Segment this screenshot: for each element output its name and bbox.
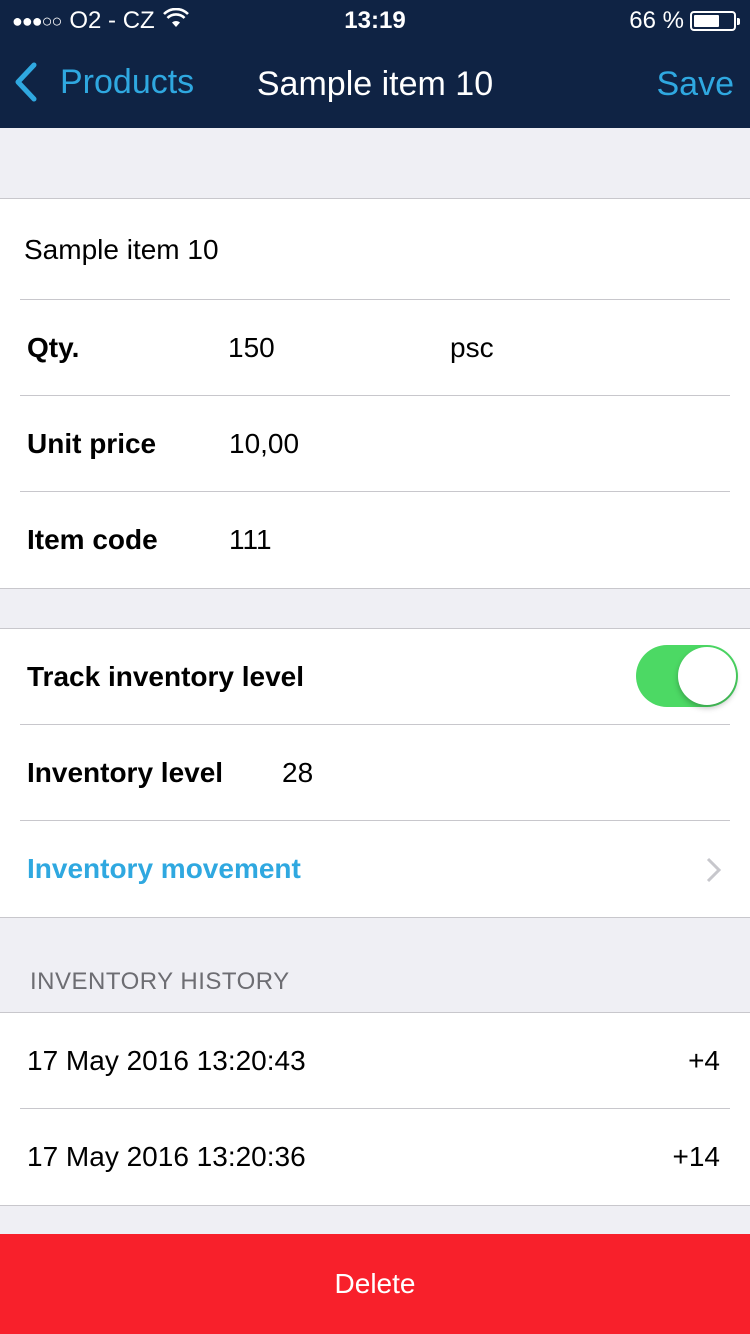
qty-value[interactable]: 150 bbox=[228, 332, 275, 364]
status-bar: ●●●○○ O2 - CZ 13:19 66 % bbox=[0, 0, 750, 40]
history-row: 17 May 2016 13:20:36 +14 bbox=[0, 1108, 750, 1205]
qty-label: Qty. bbox=[27, 332, 80, 363]
track-inventory-row: Track inventory level bbox=[0, 629, 750, 725]
inventory-level-row: Inventory level 28 bbox=[0, 724, 750, 821]
chevron-right-icon bbox=[706, 857, 722, 883]
history-amount: +14 bbox=[672, 1141, 721, 1172]
item-details-section: Sample item 10 Qty. 150 psc Unit price 1… bbox=[0, 198, 750, 589]
inventory-history-header: INVENTORY HISTORY bbox=[30, 968, 290, 995]
inventory-movement-link[interactable]: Inventory movement bbox=[27, 853, 301, 885]
inventory-history-section: 17 May 2016 13:20:43 +4 17 May 2016 13:2… bbox=[0, 1012, 750, 1206]
inventory-level-value: 28 bbox=[282, 757, 314, 788]
toggle-knob bbox=[678, 647, 736, 705]
item-name-value: Sample item 10 bbox=[24, 233, 219, 265]
history-date: 17 May 2016 13:20:43 bbox=[27, 1045, 306, 1076]
delete-button[interactable]: Delete bbox=[0, 1234, 750, 1334]
unit-price-label: Unit price bbox=[27, 428, 157, 459]
history-row: 17 May 2016 13:20:43 +4 bbox=[0, 1013, 750, 1109]
page-title: Sample item 10 bbox=[256, 65, 494, 103]
qty-unit[interactable]: psc bbox=[450, 332, 494, 364]
save-button[interactable]: Save bbox=[657, 65, 735, 104]
qty-row[interactable]: Qty. 150 psc bbox=[0, 299, 750, 396]
item-code-label: Item code bbox=[27, 524, 158, 555]
track-inventory-label: Track inventory level bbox=[27, 661, 305, 692]
unit-price-row[interactable]: Unit price 10,00 bbox=[0, 395, 750, 492]
track-inventory-toggle[interactable] bbox=[636, 645, 738, 707]
item-code-value[interactable]: 111 bbox=[229, 524, 272, 556]
item-name-field[interactable]: Sample item 10 bbox=[0, 199, 750, 300]
history-date: 17 May 2016 13:20:36 bbox=[27, 1141, 306, 1172]
battery-icon bbox=[690, 11, 740, 31]
inventory-level-label: Inventory level bbox=[27, 757, 224, 788]
item-code-row[interactable]: Item code 111 bbox=[0, 491, 750, 588]
inventory-section: Track inventory level Inventory level 28… bbox=[0, 628, 750, 918]
unit-price-value[interactable]: 10,00 bbox=[229, 428, 299, 460]
navigation-bar: ●●●○○ O2 - CZ 13:19 66 % Products Sample… bbox=[0, 0, 750, 128]
inventory-movement-row[interactable]: Inventory movement bbox=[0, 820, 750, 917]
battery-fill bbox=[694, 15, 720, 27]
history-amount: +4 bbox=[688, 1045, 720, 1076]
battery-percentage: 66 % bbox=[629, 7, 684, 34]
